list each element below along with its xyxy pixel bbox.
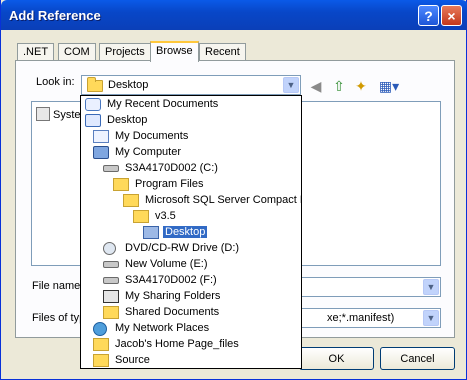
folder-icon bbox=[93, 354, 109, 367]
folder-icon bbox=[143, 226, 159, 239]
folder-icon bbox=[103, 306, 119, 319]
folder-icon bbox=[87, 77, 103, 92]
look-in-value: Desktop bbox=[108, 79, 149, 91]
list-item-label: S3A4170D002 (C:) bbox=[125, 162, 218, 174]
add-reference-dialog: Add Reference ? × .NET COM Projects Brow… bbox=[0, 0, 467, 380]
network-places-icon bbox=[93, 322, 107, 336]
help-button[interactable]: ? bbox=[418, 5, 439, 26]
list-item-label: My Sharing Folders bbox=[125, 290, 221, 302]
look-in-combo[interactable]: Desktop ▼ bbox=[81, 75, 301, 95]
chevron-down-icon[interactable]: ▼ bbox=[283, 77, 299, 93]
help-icon: ? bbox=[424, 7, 433, 24]
folder-icon bbox=[93, 338, 109, 351]
list-item-label: My Computer bbox=[115, 146, 182, 158]
list-item[interactable]: Syste bbox=[36, 107, 81, 121]
desktop-icon bbox=[85, 114, 101, 127]
list-item-label: Desktop bbox=[163, 226, 208, 238]
list-item-label: My Network Places bbox=[115, 322, 210, 334]
files-of-type-label: Files of typ bbox=[32, 312, 86, 324]
sharing-folders-icon bbox=[103, 290, 119, 303]
window-title: Add Reference bbox=[9, 8, 101, 23]
tab-browse[interactable]: Browse bbox=[150, 41, 199, 62]
file-icon bbox=[36, 107, 50, 121]
tab-com[interactable]: COM bbox=[58, 43, 96, 61]
title-bar[interactable]: Add Reference ? × bbox=[1, 0, 467, 30]
recent-documents-icon bbox=[85, 98, 101, 111]
list-item-label: Shared Documents bbox=[125, 306, 220, 318]
ok-button[interactable]: OK bbox=[299, 347, 374, 370]
chevron-down-icon[interactable]: ▼ bbox=[423, 310, 439, 326]
folder-icon bbox=[123, 194, 139, 207]
new-folder-icon[interactable]: ✦ bbox=[352, 77, 370, 95]
list-item-label: My Documents bbox=[115, 130, 189, 142]
list-item-label: v3.5 bbox=[155, 210, 176, 222]
drive-icon bbox=[103, 165, 119, 172]
list-item-label: Source bbox=[115, 354, 150, 366]
close-button[interactable]: × bbox=[441, 5, 462, 26]
my-documents-icon bbox=[93, 130, 109, 143]
tab-net[interactable]: .NET bbox=[17, 43, 55, 61]
cancel-button[interactable]: Cancel bbox=[380, 347, 455, 370]
list-item-label: My Recent Documents bbox=[107, 98, 219, 110]
tab-projects[interactable]: Projects bbox=[99, 43, 151, 61]
cd-drive-icon bbox=[103, 242, 116, 255]
file-name-label: File name bbox=[32, 280, 81, 292]
drive-icon bbox=[103, 261, 119, 268]
list-item-label: Syste bbox=[53, 109, 81, 121]
list-item-label: New Volume (E:) bbox=[125, 258, 208, 270]
list-item-label: DVD/CD-RW Drive (D:) bbox=[125, 242, 240, 254]
back-icon[interactable]: ◀ bbox=[307, 77, 325, 95]
tab-recent[interactable]: Recent bbox=[199, 43, 246, 61]
computer-icon bbox=[93, 146, 109, 159]
list-item-label: Jacob's Home Page_files bbox=[115, 338, 239, 350]
close-icon: × bbox=[447, 7, 456, 24]
up-folder-icon[interactable]: ⇧ bbox=[330, 77, 348, 95]
look-in-dropdown[interactable]: My Recent Documents Desktop My Documents… bbox=[80, 95, 302, 369]
list-item-label: S3A4170D002 (F:) bbox=[125, 274, 217, 286]
view-menu-icon[interactable]: ▦▾ bbox=[376, 77, 402, 95]
list-item-label: Microsoft SQL Server Compact E bbox=[145, 194, 302, 206]
folder-icon bbox=[133, 210, 149, 223]
drive-icon bbox=[103, 277, 119, 284]
folder-icon bbox=[113, 178, 129, 191]
list-item-label: Desktop bbox=[107, 114, 148, 126]
files-of-type-value: xe;*.manifest) bbox=[327, 312, 395, 324]
look-in-label: Look in: bbox=[36, 76, 75, 88]
chevron-down-icon[interactable]: ▼ bbox=[423, 279, 439, 295]
list-item-label: Program Files bbox=[135, 178, 204, 190]
